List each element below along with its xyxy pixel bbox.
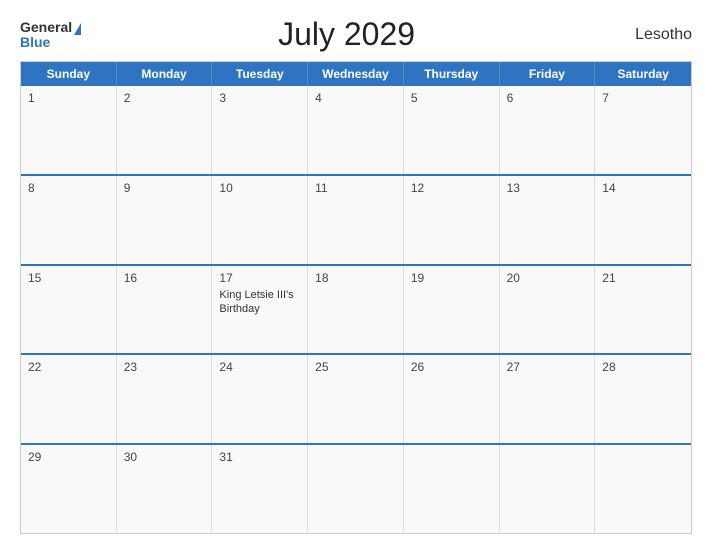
logo-general-text: General: [20, 20, 81, 34]
week-row-1: 1234567: [21, 86, 691, 174]
cal-cell-0-5: 6: [500, 86, 596, 174]
col-header-monday: Monday: [117, 62, 213, 86]
day-number: 28: [602, 360, 684, 374]
cal-cell-4-4: [404, 445, 500, 533]
day-number: 18: [315, 271, 396, 285]
cal-cell-3-3: 25: [308, 355, 404, 443]
day-number: 5: [411, 91, 492, 105]
week-row-5: 29 30 31: [21, 443, 691, 533]
cal-cell-3-2: 24: [212, 355, 308, 443]
event-label: King Letsie III's Birthday: [219, 288, 300, 317]
cal-cell-0-0: 1: [21, 86, 117, 174]
day-number: 20: [507, 271, 588, 285]
cal-cell-1-3: 11: [308, 176, 404, 264]
cal-cell-2-6: 21: [595, 266, 691, 354]
calendar-title: July 2029: [81, 16, 612, 53]
col-header-sunday: Sunday: [21, 62, 117, 86]
day-number: 10: [219, 181, 300, 195]
day-number: 7: [602, 91, 684, 105]
day-number: 25: [315, 360, 396, 374]
cal-cell-4-5: [500, 445, 596, 533]
day-number: 27: [507, 360, 588, 374]
day-number: 1: [28, 91, 109, 105]
day-number: 19: [411, 271, 492, 285]
cal-cell-1-6: 14: [595, 176, 691, 264]
page: General Blue July 2029 Lesotho Sunday Mo…: [0, 0, 712, 550]
week-row-4: 22 23 24 25 26 27 28: [21, 353, 691, 443]
cal-cell-3-6: 28: [595, 355, 691, 443]
day-number: 6: [507, 91, 588, 105]
country-label: Lesotho: [612, 26, 692, 44]
calendar-body: 1234567891011121314151617King Letsie III…: [21, 86, 691, 533]
cal-cell-2-5: 20: [500, 266, 596, 354]
cal-cell-4-0: 29: [21, 445, 117, 533]
week-row-2: 8 9 10 11 12 13 14: [21, 174, 691, 264]
cal-cell-1-4: 12: [404, 176, 500, 264]
day-number: 16: [124, 271, 205, 285]
day-number: 24: [219, 360, 300, 374]
col-header-wednesday: Wednesday: [308, 62, 404, 86]
col-header-thursday: Thursday: [404, 62, 500, 86]
day-number: 8: [28, 181, 109, 195]
cal-cell-4-2: 31: [212, 445, 308, 533]
cal-cell-0-6: 7: [595, 86, 691, 174]
cal-cell-0-2: 3: [212, 86, 308, 174]
day-number: 31: [219, 450, 300, 464]
cal-cell-1-0: 8: [21, 176, 117, 264]
day-number: 29: [28, 450, 109, 464]
col-header-saturday: Saturday: [595, 62, 691, 86]
cal-cell-2-4: 19: [404, 266, 500, 354]
day-number: 15: [28, 271, 109, 285]
cal-cell-1-5: 13: [500, 176, 596, 264]
cal-cell-3-5: 27: [500, 355, 596, 443]
cal-cell-2-0: 15: [21, 266, 117, 354]
day-number: 21: [602, 271, 684, 285]
day-number: 3: [219, 91, 300, 105]
day-number: 4: [315, 91, 396, 105]
day-number: 17: [219, 271, 300, 285]
day-number: 23: [124, 360, 205, 374]
calendar: Sunday Monday Tuesday Wednesday Thursday…: [20, 61, 692, 534]
logo-blue-text: Blue: [20, 35, 50, 49]
cal-cell-3-0: 22: [21, 355, 117, 443]
logo-triangle-icon: [74, 23, 81, 35]
cal-cell-2-1: 16: [117, 266, 213, 354]
col-header-friday: Friday: [500, 62, 596, 86]
cal-cell-0-3: 4: [308, 86, 404, 174]
cal-cell-4-1: 30: [117, 445, 213, 533]
week-row-3: 15 16 17 King Letsie III's Birthday 18 19 20 21: [21, 264, 691, 354]
day-number: 11: [315, 181, 396, 195]
cal-cell-2-3: 18: [308, 266, 404, 354]
day-number: 30: [124, 450, 205, 464]
header: General Blue July 2029 Lesotho: [20, 16, 692, 53]
cal-cell-3-1: 23: [117, 355, 213, 443]
day-number: 22: [28, 360, 109, 374]
cal-cell-4-3: [308, 445, 404, 533]
logo: General Blue: [20, 20, 81, 48]
calendar-header-row: Sunday Monday Tuesday Wednesday Thursday…: [21, 62, 691, 86]
cal-cell-4-6: [595, 445, 691, 533]
cal-cell-1-2: 10: [212, 176, 308, 264]
cal-cell-1-1: 9: [117, 176, 213, 264]
cal-cell-0-4: 5: [404, 86, 500, 174]
col-header-tuesday: Tuesday: [212, 62, 308, 86]
day-number: 14: [602, 181, 684, 195]
cal-cell-2-2: 17 King Letsie III's Birthday: [212, 266, 308, 354]
day-number: 13: [507, 181, 588, 195]
day-number: 9: [124, 181, 205, 195]
day-number: 12: [411, 181, 492, 195]
cal-cell-0-1: 2: [117, 86, 213, 174]
day-number: 2: [124, 91, 205, 105]
cal-cell-3-4: 26: [404, 355, 500, 443]
day-number: 26: [411, 360, 492, 374]
